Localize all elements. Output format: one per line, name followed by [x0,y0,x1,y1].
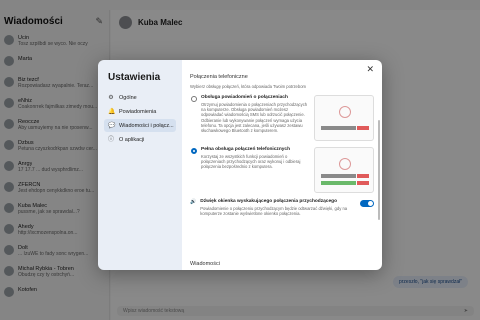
toggle-description: Powiadomienie o połączeniu przychodzącym… [200,206,348,217]
toggle-title: Dźwięk okienka wyskakującego połączenia … [200,199,337,204]
scrollbar[interactable] [378,120,380,220]
bell-icon: 🔔 [108,108,116,115]
radio-notifications-only[interactable] [191,96,197,102]
section-description: Wybierz obsługę połączeń, która odpowiad… [190,84,307,89]
ringtone-toggle-row: 🔊 Dźwięk okienka wyskakującego połączeni… [190,199,374,216]
option-title: Pełna obsługa połączeń telefonicznych [201,147,291,152]
settings-content: ✕ Połączenia telefoniczne Wybierz obsług… [182,60,382,270]
section-title-calls: Połączenia telefoniczne [190,74,248,80]
option-notifications-only[interactable]: Obsługa powiadomień o połączeniach Otrzy… [190,95,374,141]
nav-item-3[interactable]: ⓘ O aplikacji [104,133,176,146]
full-calls-preview-image [314,147,374,193]
nav-item-label: Wiadomości i połącz... [119,122,174,129]
nav-item-label: Ogólne [119,94,137,101]
info-icon: ⓘ [108,136,115,143]
nav-item-label: Powiadomienia [119,108,157,115]
settings-dialog: Ustawienia ⚙ Ogólne 🔔 Powiadomienia 💬 Wiadomo… [98,60,382,270]
option-description: Otrzymuj powiadomienia o połączeniach pr… [201,102,308,134]
nav-item-1[interactable]: 🔔 Powiadomienia [104,105,176,118]
nav-item-2[interactable]: 💬 Wiadomości i połącz... [104,119,176,132]
preview-action-bar [321,126,369,130]
notification-preview-image [314,95,374,141]
speaker-icon: 🔊 [190,199,197,205]
option-full-calls[interactable]: Pełna obsługa połączeń telefonicznych Ko… [190,147,374,193]
toggle-knob [368,201,373,206]
gear-icon: ⚙ [108,94,114,101]
option-description: Korzystaj ze wszystkich funkcji powiadom… [201,154,301,170]
radio-full-calls[interactable] [191,148,197,154]
section-title-messages: Wiadomości [190,261,220,267]
settings-nav: Ustawienia ⚙ Ogólne 🔔 Powiadomienia 💬 Wiadomo… [98,60,182,270]
preview-avatar-icon [339,158,351,170]
close-icon[interactable]: ✕ [366,64,374,75]
chat-icon: 💬 [108,122,116,129]
nav-item-0[interactable]: ⚙ Ogólne [104,91,176,104]
settings-title: Ustawienia [108,72,161,83]
nav-item-label: O aplikacji [119,136,145,143]
option-title: Obsługa powiadomień o połączeniach [201,95,288,100]
ringtone-toggle-switch[interactable] [360,200,374,207]
preview-action-bar [321,174,369,178]
preview-avatar-icon [339,106,351,118]
preview-accept-bar [321,181,369,185]
